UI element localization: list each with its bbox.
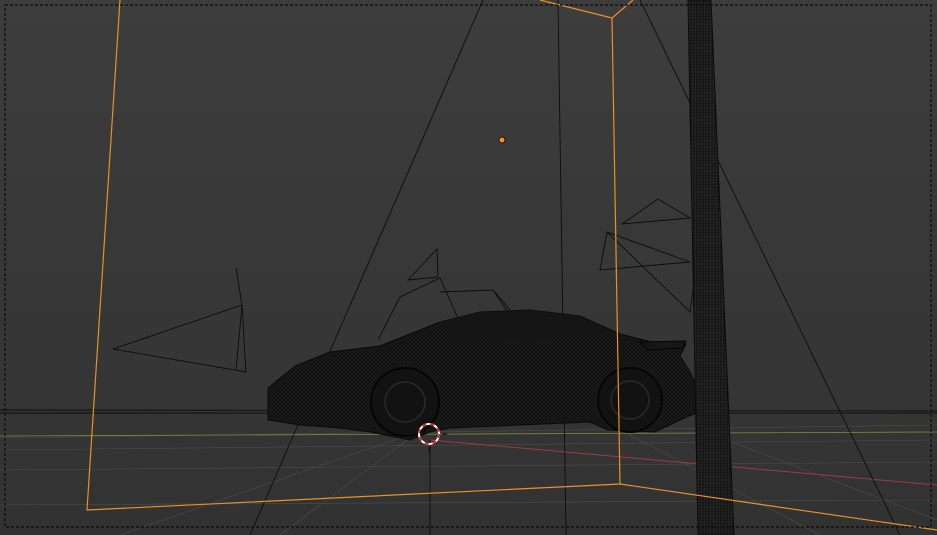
3d-viewport[interactable] xyxy=(0,0,937,535)
viewport-canvas[interactable] xyxy=(0,0,937,535)
viewport-background xyxy=(0,0,937,535)
object-origin-icon[interactable] xyxy=(498,136,506,144)
